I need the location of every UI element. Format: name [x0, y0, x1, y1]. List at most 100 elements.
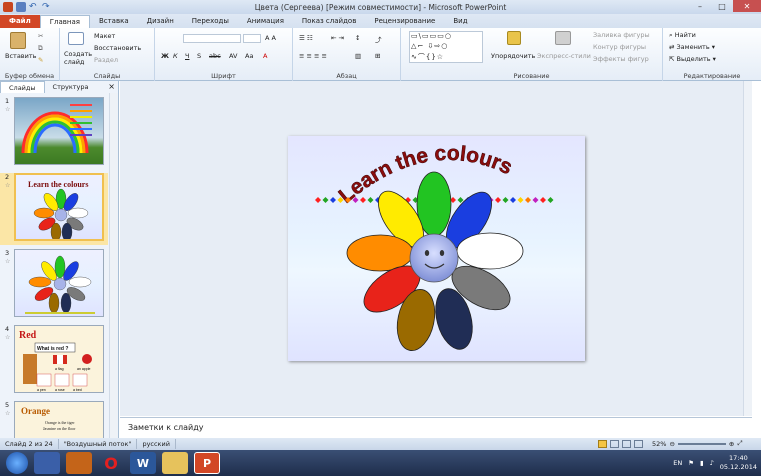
format-painter-icon[interactable]: ✎ [38, 56, 43, 64]
folder-taskbar-icon[interactable] [162, 452, 188, 474]
zoom-level[interactable]: 52% [652, 440, 666, 448]
new-slide-icon[interactable] [68, 32, 84, 45]
paste-button[interactable]: Вставить [5, 52, 36, 60]
shapes-icons[interactable]: ▭\▭▭▭○ [411, 32, 452, 40]
layout-button[interactable]: Макет [94, 32, 115, 40]
media-player-taskbar-icon[interactable] [66, 452, 92, 474]
paste-icon[interactable] [10, 32, 26, 49]
select-button[interactable]: ⇱ Выделить ▾ [669, 55, 716, 63]
font-color-icon[interactable]: A [263, 52, 267, 60]
shape-outline-button[interactable]: Контур фигуры [593, 43, 646, 51]
reading-view-icon[interactable] [622, 439, 631, 448]
grow-font-icon[interactable]: A A [265, 34, 276, 42]
bold-icon[interactable]: Ж [161, 52, 169, 60]
select-label: Выделить [676, 55, 711, 63]
network-icon[interactable]: ▮ [700, 459, 704, 467]
zoom-out-icon[interactable]: ⊖ [669, 440, 674, 448]
slide-thumbnail-2[interactable]: 2 ☆ Learn the colours [0, 173, 108, 245]
diamond-ornament [367, 197, 374, 203]
tab-outline-panel[interactable]: Структура [45, 81, 97, 93]
font-name-select[interactable] [183, 34, 241, 43]
shapes-icons-row3[interactable]: ∿⌒{}☆ [411, 52, 444, 62]
maximize-button[interactable]: □ [711, 0, 733, 12]
sorter-view-icon[interactable] [610, 439, 619, 448]
zoom-in-icon[interactable]: ⊕ [729, 440, 734, 448]
notes-pane[interactable]: Заметки к слайду [120, 417, 752, 438]
case-icon[interactable]: Aa [245, 52, 253, 60]
quick-styles-button[interactable]: Экспресс-стили [537, 52, 591, 60]
slide-thumbnail-1[interactable]: 1 ☆ [0, 97, 108, 169]
slide-thumbnail-5[interactable]: 5 ☆ Orange Orange is the tiger Jasmine o… [0, 401, 108, 438]
indent-icon[interactable]: ⇤ ⇥ [331, 34, 344, 42]
shapes-icons-row2[interactable]: △⌐ ⇩⇨○ [411, 42, 448, 50]
shadow-icon[interactable]: S [197, 52, 201, 60]
italic-icon[interactable]: К [173, 52, 178, 60]
slide-thumbnail-3[interactable]: 3 ☆ [0, 249, 108, 321]
panel-scrollbar[interactable] [109, 93, 118, 438]
thumbnail-image: Red What is red ? a flag an apple a pen … [14, 325, 104, 393]
reset-button[interactable]: Восстановить [94, 44, 141, 52]
arrange-button[interactable]: Упорядочить [491, 52, 535, 60]
zoom-slider[interactable] [677, 442, 726, 445]
quick-styles-icon[interactable] [555, 31, 571, 45]
current-slide[interactable]: Learn the colours [288, 136, 585, 361]
slideshow-view-icon[interactable] [634, 439, 643, 448]
spacing-icon[interactable]: AV [229, 52, 237, 60]
editor-scrollbar[interactable] [743, 81, 752, 416]
window-controls: – □ ✕ [689, 0, 761, 12]
cut-icon[interactable]: ✂ [38, 32, 43, 40]
replace-button[interactable]: ⇄ Заменить ▾ [669, 43, 715, 51]
arrange-icon[interactable] [507, 31, 521, 45]
undo-icon[interactable]: ↶ [29, 2, 39, 12]
tab-transitions[interactable]: Переходы [183, 15, 238, 28]
tab-insert[interactable]: Вставка [90, 15, 138, 28]
underline-icon[interactable]: Ч [185, 52, 189, 60]
font-size-select[interactable] [243, 34, 261, 43]
diamond-ornament [547, 197, 554, 203]
redo-icon[interactable]: ↷ [42, 2, 52, 12]
volume-icon[interactable]: ♪ [710, 459, 714, 467]
word-taskbar-icon[interactable]: W [130, 452, 156, 474]
tab-slideshow[interactable]: Показ слайдов [293, 15, 365, 28]
new-slide-button[interactable]: Создать слайд [64, 50, 94, 66]
fit-window-icon[interactable]: ⤢ [737, 439, 742, 448]
minimize-button[interactable]: – [689, 0, 711, 12]
language-indicator[interactable]: русский [137, 439, 176, 449]
group-label-paragraph: Абзац [336, 72, 357, 80]
normal-view-icon[interactable] [598, 439, 607, 448]
tab-slides-panel[interactable]: Слайды [0, 81, 45, 93]
clock[interactable]: 17:40 05.12.2014 [720, 454, 757, 472]
tab-view[interactable]: Вид [444, 15, 476, 28]
bullets-icon[interactable]: ☰ ☷ [299, 34, 313, 42]
tab-file[interactable]: Файл [0, 15, 40, 28]
powerpoint-logo-icon[interactable] [3, 2, 13, 12]
line-spacing-icon[interactable]: ↕ [355, 34, 360, 42]
align-icons[interactable]: ≡ ≡ ≡ ≡ [299, 52, 327, 60]
tab-animations[interactable]: Анимация [238, 15, 293, 28]
save-icon[interactable] [16, 2, 26, 12]
tab-home[interactable]: Главная [39, 15, 90, 28]
smartart-icon[interactable]: ⊞ [375, 52, 380, 60]
opera-taskbar-icon[interactable]: O [98, 452, 124, 474]
copy-icon[interactable]: ⧉ [38, 44, 43, 53]
text-direction-icon[interactable]: ⤴ [375, 34, 382, 44]
close-panel-icon[interactable]: × [108, 81, 115, 93]
find-button[interactable]: ⌕ Найти [669, 31, 696, 40]
close-button[interactable]: ✕ [733, 0, 761, 12]
section-button[interactable]: Раздел [94, 56, 118, 64]
action-center-icon[interactable]: ⚑ [688, 459, 694, 467]
columns-icon[interactable]: ▥ [355, 52, 361, 60]
language-indicator-tray[interactable]: EN [673, 459, 682, 467]
explorer-taskbar-icon[interactable] [34, 452, 60, 474]
shape-fill-button[interactable]: Заливка фигуры [593, 31, 650, 39]
tab-review[interactable]: Рецензирование [365, 15, 444, 28]
start-button[interactable] [6, 452, 28, 474]
slide-editor: Learn the colours [120, 81, 752, 416]
left-eye [424, 250, 430, 256]
group-label-drawing: Рисование [513, 72, 550, 80]
shape-effects-button[interactable]: Эффекты фигур [593, 55, 649, 63]
powerpoint-taskbar-icon[interactable]: P [194, 452, 220, 474]
tab-design[interactable]: Дизайн [138, 15, 183, 28]
strikethrough-icon[interactable]: abc [209, 52, 221, 60]
slide-thumbnail-4[interactable]: 4 ☆ Red What is red ? a flag an apple a … [0, 325, 108, 397]
